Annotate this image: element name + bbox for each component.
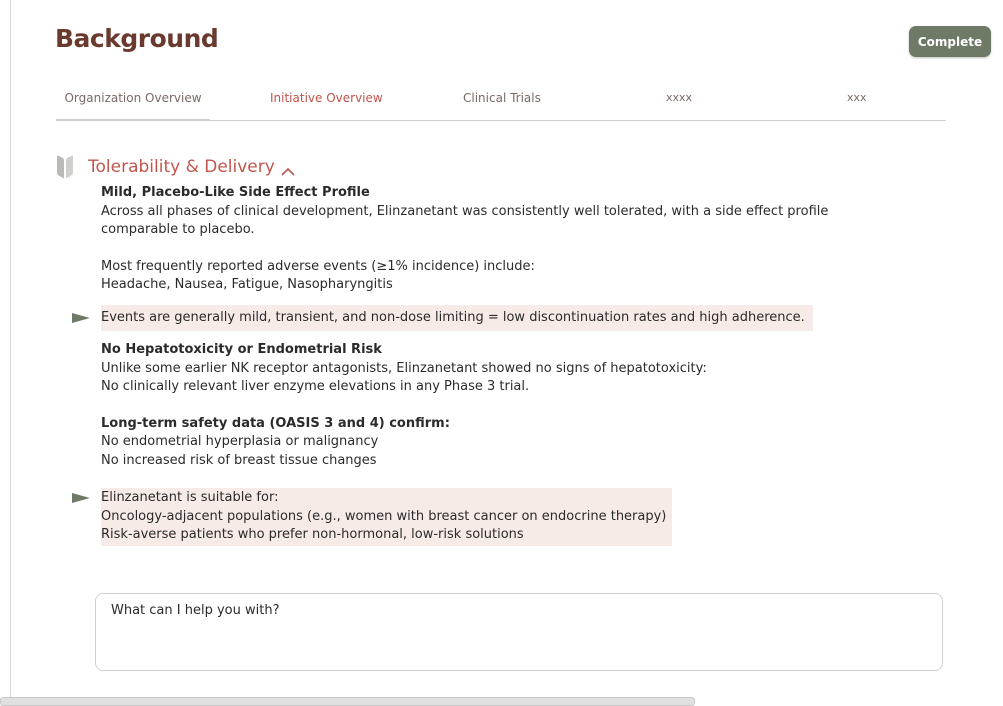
callout-suitability: Elinzanetant is suitable for: Oncology-a… <box>72 488 861 546</box>
section-header: Tolerability & Delivery <box>56 153 295 181</box>
callout-adherence: Events are generally mild, transient, an… <box>72 304 861 331</box>
flag-icon <box>72 311 90 323</box>
tab-xxx[interactable]: xxx <box>847 88 867 119</box>
section-content: Mild, Placebo-Like Side Effect Profile A… <box>72 184 861 546</box>
tab-initiative-overview[interactable]: Initiative Overview <box>270 88 383 119</box>
tab-xxxx[interactable]: xxxx <box>666 88 692 119</box>
paragraph-line: Across all phases of clinical developmen… <box>101 203 829 219</box>
paragraph-line: Headache, Nausea, Fatigue, Nasopharyngit… <box>101 277 393 292</box>
chat-box <box>95 593 943 671</box>
chevron-up-icon[interactable] <box>281 162 295 176</box>
heading-side-effect-profile: Mild, Placebo-Like Side Effect Profile <box>101 185 370 200</box>
paragraph-line: No clinically relevant liver enzyme elev… <box>101 379 530 394</box>
bookmark-icon <box>56 155 74 179</box>
paragraph-line: Most frequently reported adverse events … <box>101 258 535 274</box>
tab-organization-overview[interactable]: Organization Overview <box>56 88 210 121</box>
tab-bar: Organization Overview Initiative Overvie… <box>56 88 946 121</box>
callout-line: Elinzanetant is suitable for: <box>101 490 279 505</box>
chat-input[interactable] <box>109 602 913 619</box>
callout-line: Oncology-adjacent populations (e.g., wom… <box>101 508 667 524</box>
callout-text: Events are generally mild, transient, an… <box>101 304 813 331</box>
heading-long-term-safety: Long-term safety data (OASIS 3 and 4) co… <box>101 415 450 431</box>
callout-line: Risk-averse patients who prefer non-horm… <box>101 527 524 542</box>
paragraph-line: No increased risk of breast tissue chang… <box>101 452 377 468</box>
paragraph-line: comparable to placebo. <box>101 222 255 237</box>
section-title: Tolerability & Delivery <box>88 157 275 177</box>
left-border <box>10 0 11 704</box>
tab-clinical-trials[interactable]: Clinical Trials <box>463 88 541 119</box>
horizontal-scrollbar[interactable] <box>0 697 695 706</box>
heading-hepatotoxicity: No Hepatotoxicity or Endometrial Risk <box>101 342 382 357</box>
paragraph-line: No endometrial hyperplasia or malignancy <box>101 434 379 449</box>
complete-button[interactable]: Complete <box>909 26 991 57</box>
page-title: Background <box>55 24 219 53</box>
paragraph-line: Unlike some earlier NK receptor antagoni… <box>101 360 707 376</box>
flag-icon <box>72 491 90 503</box>
